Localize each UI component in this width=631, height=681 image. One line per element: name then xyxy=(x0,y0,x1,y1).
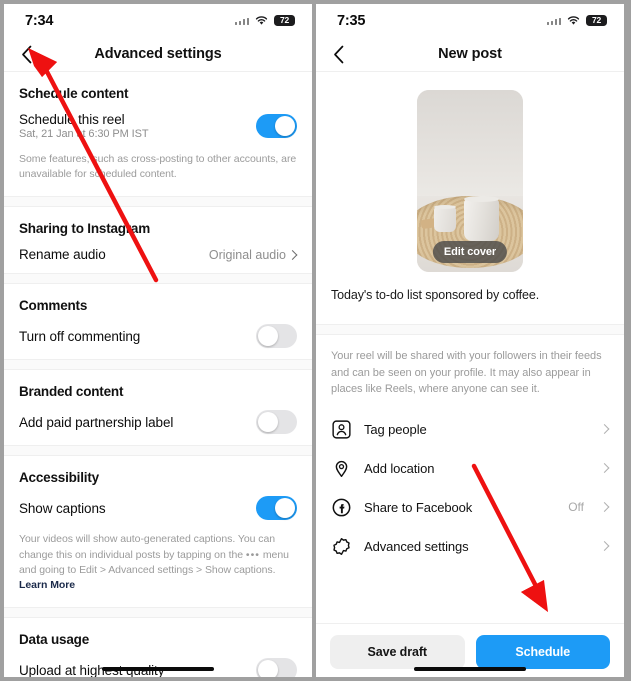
wifi-icon xyxy=(566,15,581,26)
settings-scroll-area: Schedule content Schedule this reel Sat,… xyxy=(4,72,312,677)
location-pin-icon xyxy=(331,458,352,479)
back-button-left[interactable] xyxy=(15,43,37,65)
row-upload-at-highest-quality[interactable]: Upload at highest quality xyxy=(4,647,312,677)
section-divider xyxy=(4,273,312,285)
status-bar-right: 7:35 72 xyxy=(316,4,624,37)
status-icons: 72 xyxy=(234,14,295,27)
small-cup xyxy=(433,204,457,232)
schedule-button[interactable]: Schedule xyxy=(475,635,610,669)
status-bar-left: 7:34 72 xyxy=(4,4,312,37)
section-accessibility: Accessibility Show captions Your videos … xyxy=(4,456,312,607)
chevron-right-icon xyxy=(601,462,609,475)
signal-dots-icon xyxy=(546,16,561,25)
section-divider xyxy=(4,359,312,371)
row-show-captions[interactable]: Show captions xyxy=(4,485,312,531)
media-preview-area: Edit cover xyxy=(316,72,624,286)
page-title-left: Advanced settings xyxy=(94,46,222,62)
chevron-right-icon xyxy=(601,423,609,436)
note-accessibility: Your videos will show auto-generated cap… xyxy=(4,531,312,607)
note-text-part1: Your videos will show auto-generated cap… xyxy=(19,533,276,561)
section-heading: Branded content xyxy=(19,384,124,400)
toggle-show-captions[interactable] xyxy=(256,496,297,521)
section-heading: Data usage xyxy=(19,632,90,648)
row-label: Schedule this reel xyxy=(19,112,125,127)
row-rename-audio[interactable]: Rename audio Original audio xyxy=(4,236,312,273)
menu-item-label: Add location xyxy=(364,460,435,476)
post-caption-text[interactable]: Today's to-do list sponsored by coffee. xyxy=(316,286,624,324)
menu-item-tag-people[interactable]: Tag people xyxy=(316,410,624,449)
battery-indicator: 72 xyxy=(586,14,607,27)
row-sublabel: Sat, 21 Jan at 6:30 PM IST xyxy=(19,128,149,140)
section-heading: Comments xyxy=(19,298,88,314)
home-indicator-left xyxy=(102,667,214,671)
toggle-paid-partnership[interactable] xyxy=(256,410,297,435)
row-add-paid-partnership-label[interactable]: Add paid partnership label xyxy=(4,399,312,445)
toggle-schedule-this-reel[interactable] xyxy=(256,114,297,138)
section-divider xyxy=(4,445,312,457)
row-label: Rename audio xyxy=(19,247,106,263)
toggle-upload-highest-quality[interactable] xyxy=(256,658,297,677)
right-phone-new-post: 7:35 72 New post Edit cover Today's to-d… xyxy=(316,4,624,677)
row-label: Show captions xyxy=(19,500,106,516)
gear-icon xyxy=(331,536,352,557)
row-value: Original audio xyxy=(208,247,286,262)
chevron-right-icon xyxy=(601,501,609,514)
section-branded-content: Branded content Add paid partnership lab… xyxy=(4,370,312,445)
section-schedule-content: Schedule content Schedule this reel Sat,… xyxy=(4,72,312,196)
post-options-list: Tag people Add location Share to Faceboo… xyxy=(316,410,624,566)
section-comments: Comments Turn off commenting xyxy=(4,284,312,359)
section-sharing-to-instagram: Sharing to Instagram Rename audio Origin… xyxy=(4,207,312,273)
status-icons: 72 xyxy=(546,14,607,27)
menu-item-advanced-settings[interactable]: Advanced settings xyxy=(316,527,624,566)
signal-dots-icon xyxy=(234,16,249,25)
tag-people-icon xyxy=(331,419,352,440)
menu-item-add-location[interactable]: Add location xyxy=(316,449,624,488)
menu-item-label: Advanced settings xyxy=(364,538,469,554)
page-title-right: New post xyxy=(438,46,502,62)
chevron-left-icon xyxy=(333,45,343,63)
menu-item-value: Off xyxy=(568,500,584,514)
menu-item-label: Tag people xyxy=(364,421,427,437)
note-schedule: Some features, such as cross-posting to … xyxy=(19,153,297,181)
wifi-icon xyxy=(254,15,269,26)
facebook-icon xyxy=(331,497,352,518)
edit-cover-button[interactable]: Edit cover xyxy=(432,241,508,263)
left-phone-advanced-settings: 7:34 72 Advanced settings Schedule conte… xyxy=(4,4,312,677)
chevron-right-icon xyxy=(289,248,297,261)
row-turn-off-commenting[interactable]: Turn off commenting xyxy=(4,313,312,359)
section-heading: Accessibility xyxy=(19,470,99,486)
back-button-right[interactable] xyxy=(327,43,349,65)
overflow-menu-dots-icon: ••• xyxy=(245,548,260,561)
section-divider xyxy=(4,607,312,619)
coffee-cup xyxy=(463,196,499,242)
learn-more-link[interactable]: Learn More xyxy=(19,579,75,591)
row-schedule-this-reel[interactable]: Schedule this reel Sat, 21 Jan at 6:30 P… xyxy=(4,101,312,151)
row-label: Turn off commenting xyxy=(19,328,141,344)
row-label: Add paid partnership label xyxy=(19,414,174,430)
battery-indicator: 72 xyxy=(274,14,295,27)
nav-bar-left: Advanced settings xyxy=(4,37,312,72)
home-indicator-right xyxy=(414,667,526,671)
menu-item-share-to-facebook[interactable]: Share to Facebook Off xyxy=(316,488,624,527)
share-description-note: Your reel will be shared with your follo… xyxy=(331,350,602,395)
section-heading: Sharing to Instagram xyxy=(19,221,151,237)
nav-bar-right: New post xyxy=(316,37,624,72)
save-draft-button[interactable]: Save draft xyxy=(330,635,465,669)
status-time: 7:34 xyxy=(25,12,54,29)
toggle-turn-off-commenting[interactable] xyxy=(256,324,297,349)
screenshot-stage: 7:34 72 Advanced settings Schedule conte… xyxy=(0,0,631,681)
section-divider xyxy=(316,324,624,335)
chevron-right-icon xyxy=(601,540,609,553)
section-divider xyxy=(4,196,312,208)
section-heading: Schedule content xyxy=(19,86,129,101)
status-time: 7:35 xyxy=(337,12,366,29)
reel-thumbnail[interactable]: Edit cover xyxy=(417,90,523,272)
chevron-left-icon xyxy=(21,45,31,63)
menu-item-label: Share to Facebook xyxy=(364,499,473,515)
